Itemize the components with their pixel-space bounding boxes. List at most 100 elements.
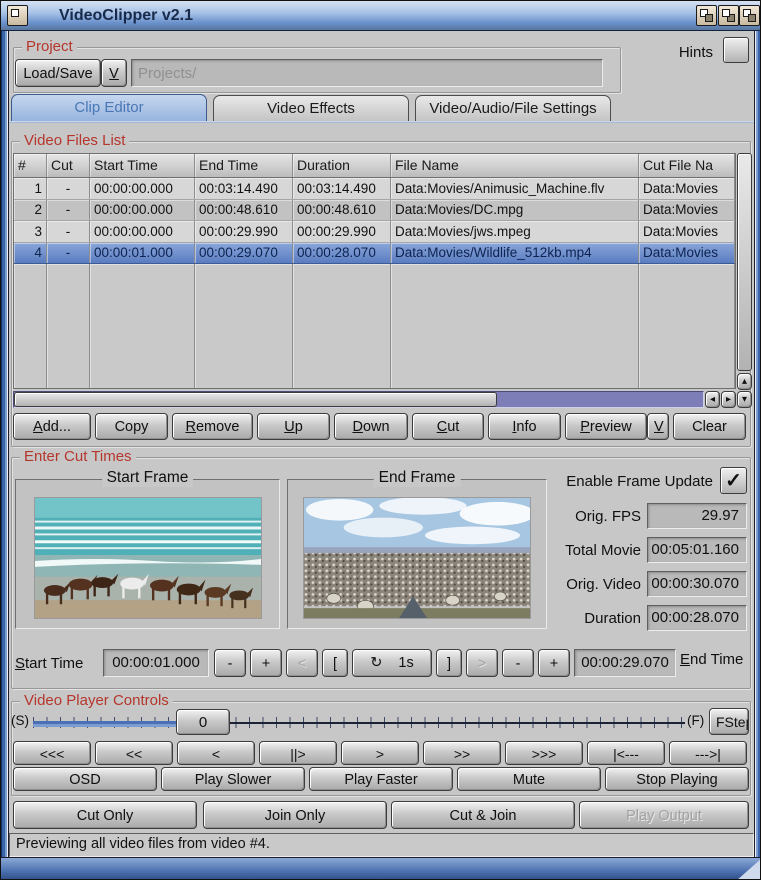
up-button[interactable]: Up — [257, 413, 330, 440]
list-scroll-left-icon[interactable]: ◂ — [705, 391, 720, 408]
list-hscroll-thumb[interactable] — [14, 392, 497, 407]
start-plus-button[interactable]: + — [250, 649, 282, 677]
duration-label: Duration — [501, 610, 641, 627]
play-faster-button[interactable]: Play Faster — [309, 767, 453, 791]
project-group-label: Project — [22, 38, 77, 55]
window-iconify-icon[interactable] — [696, 5, 717, 26]
stop-playing-button[interactable]: Stop Playing — [605, 767, 749, 791]
loop-1s-button[interactable]: ↻ 1s — [352, 649, 432, 677]
fstep-button[interactable]: FStep — [709, 708, 749, 735]
end-time-value[interactable]: 00:00:29.070 — [574, 649, 676, 677]
osd-button[interactable]: OSD — [13, 767, 157, 791]
load-save-button[interactable]: Load/Save — [15, 59, 101, 87]
load-save-popup-button[interactable]: V — [101, 59, 127, 87]
enable-frame-update-label: Enable Frame Update — [541, 473, 713, 490]
list-hscroll-track[interactable] — [13, 391, 704, 408]
preview-popup-button[interactable]: V — [647, 413, 669, 440]
video-files-table: # Cut Start Time End Time Duration File … — [13, 153, 736, 389]
total-movie-label: Total Movie — [501, 542, 641, 559]
clear-button[interactable]: Clear — [673, 413, 746, 440]
list-scroll-up-icon[interactable]: ▴ — [737, 373, 752, 390]
mark-out-button[interactable]: ] — [436, 649, 462, 677]
forward-button[interactable]: >> — [423, 741, 501, 765]
col-end: End Time — [195, 154, 293, 177]
slider-knob[interactable]: 0 — [176, 709, 230, 735]
slider-end-label: (F) — [687, 713, 704, 728]
end-next-frame-button[interactable]: > — [466, 649, 498, 677]
rewind-fast-button[interactable]: <<< — [13, 741, 91, 765]
jump-end-button[interactable]: --->| — [669, 741, 747, 765]
down-button[interactable]: Down — [334, 413, 408, 440]
end-frame-image — [303, 497, 531, 619]
tab-clip-editor[interactable]: Clip Editor — [11, 94, 207, 123]
col-start: Start Time — [90, 154, 195, 177]
end-plus-button[interactable]: + — [538, 649, 570, 677]
list-scroll-down-icon[interactable]: ▾ — [737, 391, 752, 408]
table-row[interactable]: 3 - 00:00:00.000 00:00:29.990 00:00:29.9… — [14, 221, 735, 243]
start-frame-panel: Start Frame — [15, 479, 280, 629]
start-time-label: Start Time — [15, 655, 83, 672]
table-row[interactable]: 1 - 00:00:00.000 00:03:14.490 00:03:14.4… — [14, 178, 735, 200]
start-minus-button[interactable]: - — [214, 649, 246, 677]
end-minus-button[interactable]: - — [502, 649, 534, 677]
cut-and-join-button[interactable]: Cut & Join — [391, 801, 575, 829]
table-row-selected[interactable]: 4 - 00:00:01.000 00:00:29.070 00:00:28.0… — [14, 243, 735, 265]
status-bar: Previewing all video files from video #4… — [9, 833, 754, 857]
copy-button[interactable]: Copy — [95, 413, 168, 440]
video-player-controls-label: Video Player Controls — [20, 692, 173, 709]
table-filler — [14, 264, 735, 388]
step-forward-button[interactable]: > — [341, 741, 419, 765]
orig-video-label: Orig. Video — [501, 576, 641, 593]
project-path-input[interactable] — [131, 59, 603, 87]
step-back-button[interactable]: < — [177, 741, 255, 765]
enable-frame-update-checkbox[interactable]: ✓ — [720, 467, 747, 494]
slider-start-label: (S) — [11, 713, 29, 728]
col-cut: Cut — [47, 154, 90, 177]
start-prev-frame-button[interactable]: < — [286, 649, 318, 677]
list-vscroll-thumb[interactable] — [737, 153, 752, 371]
play-pause-button[interactable]: ||> — [259, 741, 337, 765]
videoclipper-window: VideoClipper v2.1 Project Load/Save V Hi… — [0, 0, 761, 880]
info-button[interactable]: Info — [488, 413, 561, 440]
window-close-icon[interactable] — [7, 5, 28, 26]
duration-value: 00:00:28.070 — [647, 605, 747, 631]
titlebar[interactable]: VideoClipper v2.1 — [1, 1, 761, 31]
play-slower-button[interactable]: Play Slower — [161, 767, 305, 791]
cut-only-button[interactable]: Cut Only — [13, 801, 197, 829]
list-scroll-right-icon[interactable]: ▸ — [721, 391, 736, 408]
remove-button[interactable]: Remove — [172, 413, 253, 440]
play-output-button[interactable]: Play Output — [579, 801, 749, 829]
tab-video-audio-file-settings[interactable]: Video/Audio/File Settings — [415, 95, 611, 122]
hints-label: Hints — [641, 44, 713, 61]
col-num: # — [14, 154, 47, 177]
window-depth-icon[interactable] — [739, 5, 760, 26]
orig-fps-value: 29.97 — [647, 503, 747, 529]
hints-checkbox[interactable] — [723, 37, 749, 63]
start-time-value[interactable]: 00:00:01.000 — [103, 649, 209, 677]
jump-start-button[interactable]: |<--- — [587, 741, 665, 765]
orig-video-value: 00:00:30.070 — [647, 571, 747, 597]
rewind-button[interactable]: << — [95, 741, 173, 765]
tab-video-effects[interactable]: Video Effects — [213, 95, 409, 122]
col-file: File Name — [391, 154, 639, 177]
forward-fast-button[interactable]: >>> — [505, 741, 583, 765]
loop-1s-label: 1s — [398, 650, 413, 676]
join-only-button[interactable]: Join Only — [203, 801, 387, 829]
cut-button[interactable]: Cut — [412, 413, 484, 440]
window-border-left — [1, 31, 9, 857]
col-duration: Duration — [293, 154, 391, 177]
table-row[interactable]: 2 - 00:00:00.000 00:00:48.610 00:00:48.6… — [14, 200, 735, 222]
window-border-bottom — [1, 857, 761, 880]
mark-in-button[interactable]: [ — [322, 649, 348, 677]
end-frame-label: End Frame — [374, 469, 461, 487]
window-zoom-icon[interactable] — [718, 5, 739, 26]
seek-slider[interactable]: 0 — [33, 708, 685, 736]
add-button[interactable]: Add... — [13, 413, 91, 440]
mute-button[interactable]: Mute — [457, 767, 601, 791]
tab-panel-edge — [9, 121, 754, 123]
enter-cut-times-label: Enter Cut Times — [20, 448, 136, 465]
col-cutfile: Cut File Na — [639, 154, 735, 177]
start-frame-image — [34, 497, 262, 619]
window-title: VideoClipper v2.1 — [59, 7, 193, 25]
preview-button[interactable]: Preview — [565, 413, 647, 440]
